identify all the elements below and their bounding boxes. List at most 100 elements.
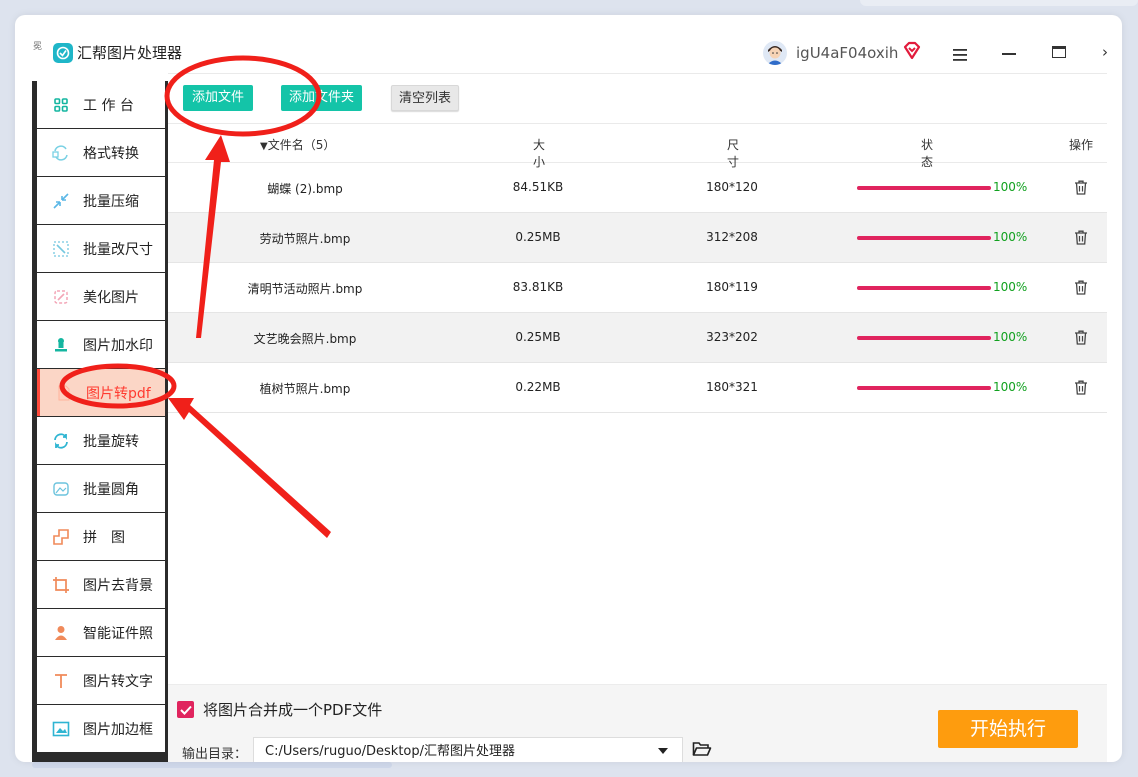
progress-percent: 100% bbox=[993, 230, 1028, 244]
progress-bar bbox=[857, 236, 991, 240]
add-folder-button[interactable]: 添加文件夹 bbox=[281, 85, 362, 111]
sidebar: 工 作 台格式转换批量压缩批量改尺寸美化图片图片加水印图片转pdf 批量旋转批量圆… bbox=[32, 81, 168, 762]
sidebar-item-0[interactable]: 工 作 台 bbox=[37, 81, 165, 128]
rotate-icon bbox=[52, 432, 70, 450]
username[interactable]: igU4aF04oxih bbox=[796, 43, 898, 63]
progress-bar bbox=[857, 336, 991, 340]
watermark-icon bbox=[52, 336, 70, 354]
progress-fill bbox=[857, 236, 991, 240]
output-dir-select[interactable]: C:/Users/ruguo/Desktop/汇帮图片处理器 bbox=[253, 737, 683, 762]
sidebar-item-2[interactable]: 批量压缩 bbox=[37, 177, 165, 224]
resize-icon bbox=[52, 240, 70, 258]
sidebar-item-label: 批量压缩 bbox=[83, 193, 139, 210]
progress-bar bbox=[857, 186, 991, 190]
clear-list-button[interactable]: 清空列表 bbox=[391, 85, 459, 111]
app-title: 汇帮图片处理器 bbox=[77, 44, 183, 62]
file-dimensions-cell: 180*120 bbox=[706, 180, 758, 194]
file-name-cell: 劳动节照片.bmp bbox=[259, 232, 351, 246]
merge-pdf-label[interactable]: 将图片合并成一个PDF文件 bbox=[203, 701, 382, 719]
beautify-icon bbox=[52, 288, 70, 306]
progress-percent: 100% bbox=[993, 380, 1028, 394]
background-taskbar-fragment bbox=[32, 762, 392, 768]
title-bar: 汇帮图片处理器 igU4aF04oxih › bbox=[15, 15, 1108, 73]
progress-fill bbox=[857, 286, 991, 290]
file-size-cell: 83.81KB bbox=[512, 280, 564, 294]
trash-icon[interactable] bbox=[1074, 230, 1088, 245]
header-action: 操作 bbox=[1069, 138, 1094, 152]
start-button[interactable]: 开始执行 bbox=[938, 710, 1078, 748]
user-avatar[interactable] bbox=[763, 41, 787, 65]
frame-icon bbox=[52, 720, 70, 738]
app-window: 冕 汇帮图片处理器 igU4aF04oxih › 工 作 台格式转换 批量压缩 批量… bbox=[15, 15, 1122, 762]
text-icon bbox=[52, 672, 70, 690]
grid-icon bbox=[52, 96, 70, 114]
round-corner-icon bbox=[52, 480, 70, 498]
sidebar-item-10[interactable]: 图片去背景 bbox=[37, 561, 165, 608]
sidebar-item-4[interactable]: 美化图片 bbox=[37, 273, 165, 320]
table-row[interactable]: 植树节照片.bmp 0.22MB 180*321 100% bbox=[168, 363, 1107, 413]
file-dimensions-cell: 180*321 bbox=[706, 380, 758, 394]
sidebar-item-label: 图片转pdf bbox=[86, 385, 151, 402]
file-dimensions-cell: 180*119 bbox=[706, 280, 758, 294]
merge-pdf-checkbox[interactable] bbox=[177, 701, 194, 718]
trash-icon[interactable] bbox=[1074, 180, 1088, 195]
divider bbox=[168, 73, 1107, 74]
trash-icon[interactable] bbox=[1074, 280, 1088, 295]
output-dir-label: 输出目录： bbox=[182, 747, 248, 762]
table-row[interactable]: 劳动节照片.bmp 0.25MB 312*208 100% bbox=[168, 213, 1107, 263]
sidebar-item-7[interactable]: 批量旋转 bbox=[37, 417, 165, 464]
table-row[interactable]: 文艺晚会照片.bmp 0.25MB 323*202 100% bbox=[168, 313, 1107, 363]
maximize-icon[interactable] bbox=[1052, 46, 1066, 58]
chevron-down-icon[interactable] bbox=[658, 748, 668, 754]
sidebar-item-8[interactable]: 批量圆角 bbox=[37, 465, 165, 512]
folder-open-icon[interactable] bbox=[692, 741, 712, 757]
file-size-cell: 84.51KB bbox=[512, 180, 564, 194]
sidebar-item-13[interactable]: 图片加边框 bbox=[37, 705, 165, 752]
progress-percent: 100% bbox=[993, 180, 1028, 194]
file-name-cell: 蝴蝶 (2).bmp bbox=[267, 182, 343, 196]
progress-bar bbox=[857, 286, 991, 290]
sort-down-icon: ▼ bbox=[260, 141, 268, 152]
id-photo-icon bbox=[52, 624, 70, 642]
table-row[interactable]: 清明节活动照片.bmp 83.81KB 180*119 100% bbox=[168, 263, 1107, 313]
main-panel: 添加文件 添加文件夹 清空列表 ▼文件名（5） 大小 尺寸 状态 操作 蝴蝶 (… bbox=[168, 73, 1107, 762]
close-icon[interactable]: › bbox=[1102, 43, 1108, 61]
file-size-cell: 0.22MB bbox=[515, 380, 561, 394]
sidebar-item-1[interactable]: 格式转换 bbox=[37, 129, 165, 176]
sidebar-item-label: 图片去背景 bbox=[83, 577, 153, 594]
crop-icon bbox=[52, 576, 70, 594]
header-name[interactable]: ▼文件名（5） bbox=[260, 136, 335, 153]
sidebar-item-label: 图片加水印 bbox=[83, 337, 153, 354]
sidebar-item-label: 拼 图 bbox=[83, 529, 125, 546]
trash-icon[interactable] bbox=[1074, 380, 1088, 395]
add-file-button[interactable]: 添加文件 bbox=[183, 85, 253, 111]
sidebar-item-label: 格式转换 bbox=[83, 145, 139, 162]
pdf-icon bbox=[55, 384, 73, 402]
trash-icon[interactable] bbox=[1074, 330, 1088, 345]
sidebar-item-label: 批量旋转 bbox=[83, 433, 139, 450]
file-dimensions-cell: 312*208 bbox=[706, 230, 758, 244]
progress-percent: 100% bbox=[993, 330, 1028, 344]
menu-icon[interactable] bbox=[952, 47, 968, 61]
minimize-icon[interactable] bbox=[1002, 53, 1016, 55]
table-row[interactable]: 蝴蝶 (2).bmp 84.51KB 180*120 100% bbox=[168, 163, 1107, 213]
file-dimensions-cell: 323*202 bbox=[706, 330, 758, 344]
sidebar-item-11[interactable]: 智能证件照 bbox=[37, 609, 165, 656]
sidebar-item-12[interactable]: 图片转文字 bbox=[37, 657, 165, 704]
sidebar-item-3[interactable]: 批量改尺寸 bbox=[37, 225, 165, 272]
file-size-cell: 0.25MB bbox=[515, 230, 561, 244]
sidebar-item-label: 美化图片 bbox=[83, 289, 139, 306]
sidebar-item-label: 图片转文字 bbox=[83, 673, 153, 690]
progress-percent: 100% bbox=[993, 280, 1028, 294]
progress-fill bbox=[857, 336, 991, 340]
sidebar-item-6[interactable]: 图片转pdf bbox=[37, 369, 165, 416]
sidebar-item-9[interactable]: 拼 图 bbox=[37, 513, 165, 560]
sidebar-item-5[interactable]: 图片加水印 bbox=[37, 321, 165, 368]
file-name-cell: 清明节活动照片.bmp bbox=[247, 282, 363, 296]
app-logo-icon bbox=[53, 43, 73, 63]
vip-diamond-icon[interactable] bbox=[902, 41, 922, 61]
sidebar-item-label: 智能证件照 bbox=[83, 625, 153, 642]
file-name-cell: 植树节照片.bmp bbox=[259, 382, 351, 396]
progress-fill bbox=[857, 386, 991, 390]
table-header: ▼文件名（5） 大小 尺寸 状态 操作 bbox=[168, 123, 1107, 169]
